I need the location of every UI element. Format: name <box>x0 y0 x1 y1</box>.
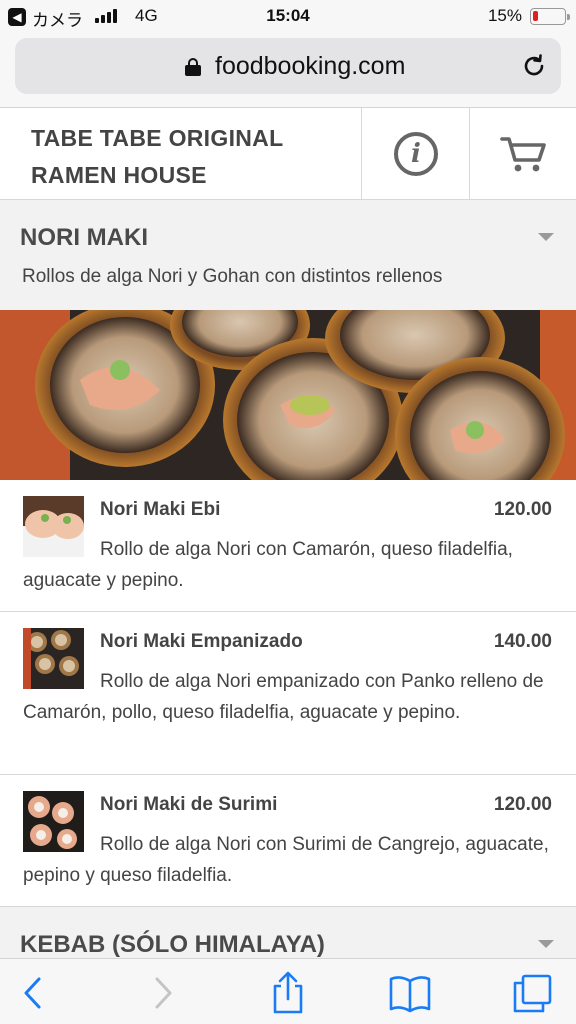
category-description: Rollos de alga Nori y Gohan con distinto… <box>22 266 443 287</box>
category-header-kebab[interactable]: KEBAB (SÓLO HIMALAYA) <box>0 907 576 959</box>
share-icon[interactable] <box>266 971 310 1015</box>
chevron-down-icon[interactable] <box>538 940 554 948</box>
restaurant-name[interactable]: TABE TABE ORIGINAL RAMEN HOUSE <box>31 120 283 194</box>
cart-icon <box>500 137 546 172</box>
battery-icon <box>530 8 570 25</box>
menu-item[interactable]: Nori Maki Empanizado 140.00 Rollo de alg… <box>0 612 576 775</box>
menu-item-thumbnail <box>23 496 84 557</box>
menu-item[interactable]: Nori Maki Ebi 120.00 Rollo de alga Nori … <box>0 480 576 612</box>
lock-icon <box>185 58 201 76</box>
battery-level <box>533 11 538 21</box>
tabs-icon[interactable] <box>510 971 554 1015</box>
info-icon: i <box>394 132 438 176</box>
menu-item-description: Rollo de alga Nori empanizado con Panko … <box>23 671 544 723</box>
back-arrow-icon[interactable] <box>12 971 56 1015</box>
browser-address-area: foodbooking.com <box>0 34 576 108</box>
category-banner-image <box>0 310 576 480</box>
menu-item-thumbnail <box>23 628 84 689</box>
restaurant-name-line1: TABE TABE ORIGINAL <box>31 125 284 151</box>
bookmarks-icon[interactable] <box>388 971 432 1015</box>
menu-item-price: 140.00 <box>493 631 552 652</box>
category-header-nori-maki[interactable]: NORI MAKI Rollos de alga Nori y Gohan co… <box>0 200 576 310</box>
address-bar[interactable]: foodbooking.com <box>15 38 561 94</box>
category-title: NORI MAKI <box>20 224 148 251</box>
site-header: TABE TABE ORIGINAL RAMEN HOUSE i <box>0 108 576 200</box>
battery-percent: 15% <box>487 6 522 25</box>
menu-item-description: Rollo de alga Nori con Camarón, queso fi… <box>23 539 513 591</box>
url-text[interactable]: foodbooking.com <box>215 52 405 81</box>
menu-item-price: 120.00 <box>493 499 552 520</box>
browser-toolbar <box>0 958 576 1024</box>
menu-item-name: Nori Maki de Surimi <box>100 794 278 815</box>
chevron-down-icon[interactable] <box>538 233 554 241</box>
menu-item-description: Rollo de alga Nori con Surimi de Cangrej… <box>23 834 549 886</box>
menu-item-name: Nori Maki Ebi <box>100 499 221 520</box>
cart-button[interactable] <box>469 108 576 200</box>
category-title: KEBAB (SÓLO HIMALAYA) <box>20 931 325 958</box>
menu-item[interactable]: Nori Maki de Surimi 120.00 Rollo de alga… <box>0 775 576 907</box>
info-button[interactable]: i <box>361 108 469 200</box>
reload-icon[interactable] <box>521 53 547 79</box>
restaurant-name-line2: RAMEN HOUSE <box>31 162 207 188</box>
menu-item-name: Nori Maki Empanizado <box>100 631 303 652</box>
status-bar: ◀ カメラ 4G 15:04 15% <box>0 0 576 34</box>
menu-item-thumbnail <box>23 791 84 852</box>
forward-arrow-icon[interactable] <box>140 971 184 1015</box>
menu-item-price: 120.00 <box>493 794 552 815</box>
menu-item-list: Nori Maki Ebi 120.00 Rollo de alga Nori … <box>0 480 576 907</box>
